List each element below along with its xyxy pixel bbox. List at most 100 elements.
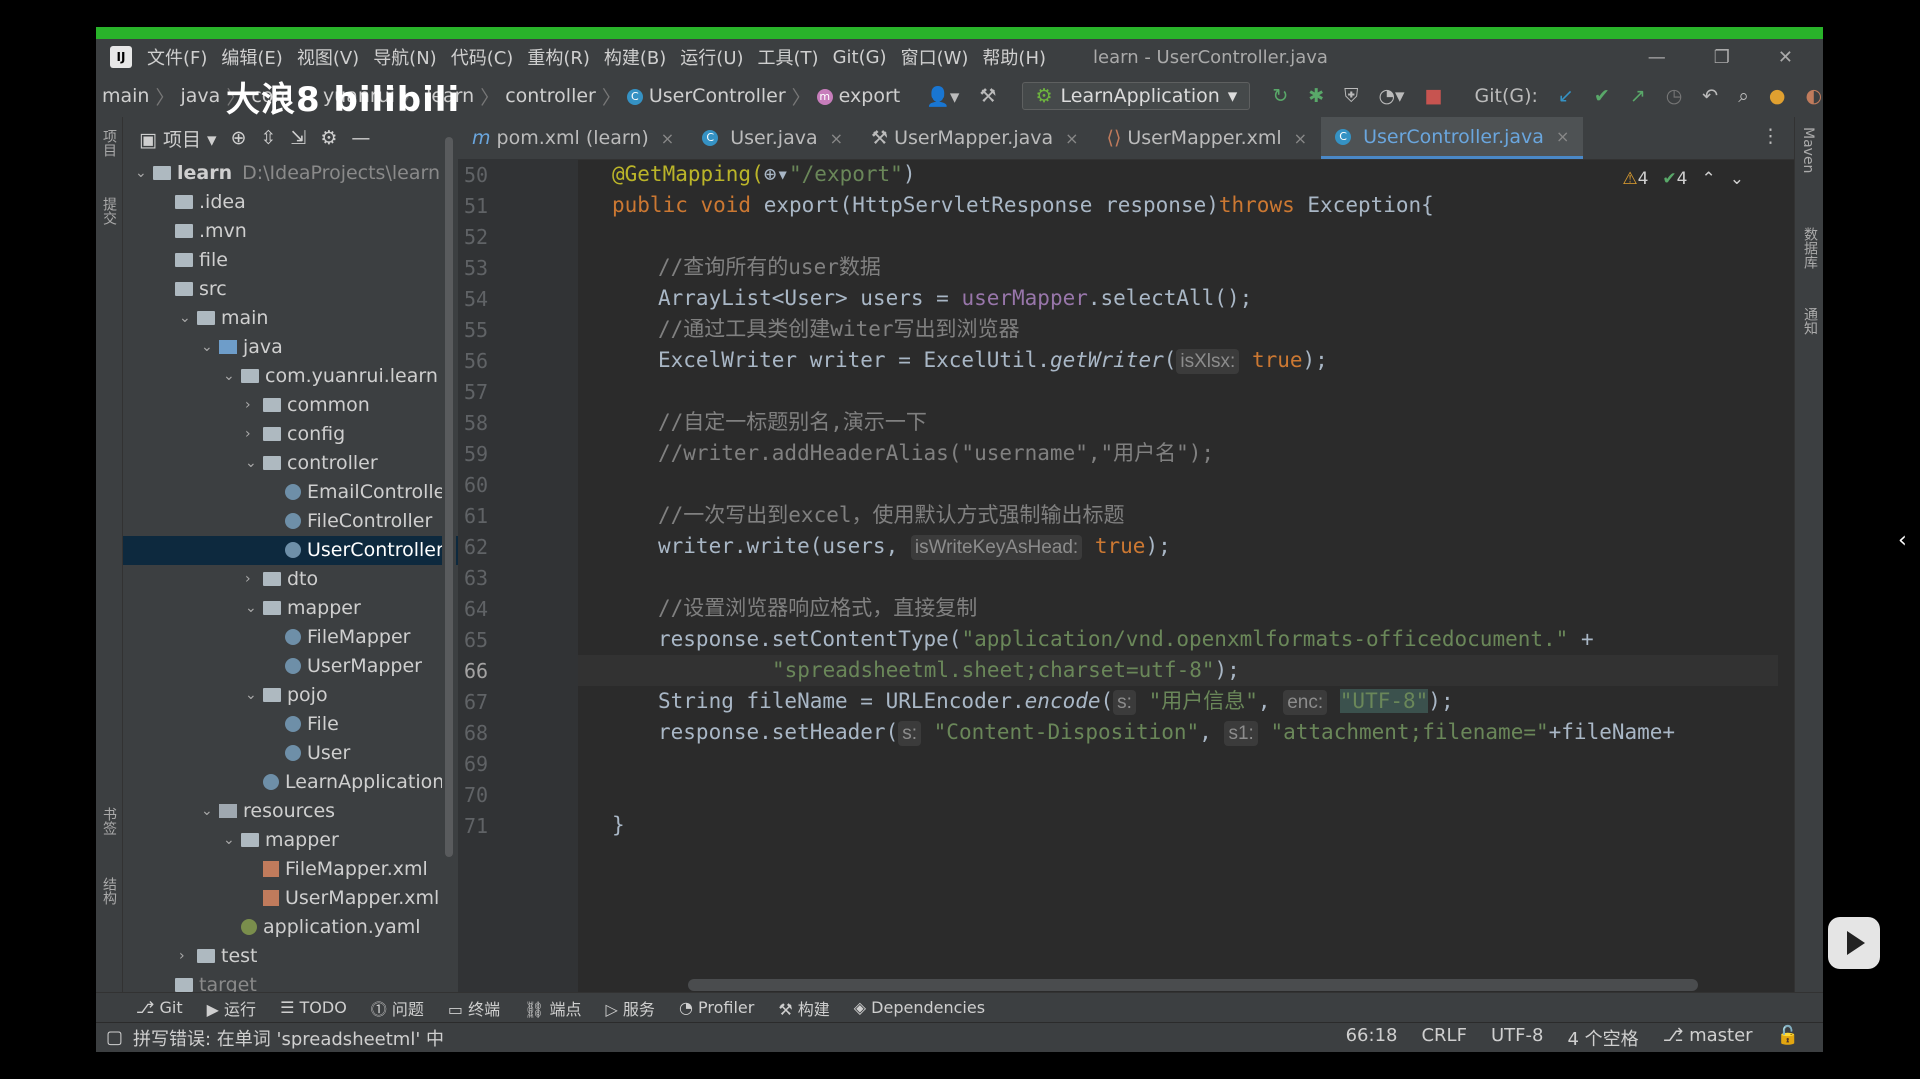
tree-item[interactable]: ⌄ main [123,304,469,333]
breadcrumb-usercontroller[interactable]: C UserController [623,85,790,107]
more-tabs-icon[interactable]: ⋮ [1747,117,1794,159]
editor-tab[interactable]: C UserController.java × [1321,117,1584,159]
dependencies-tool[interactable]: ◈ Dependencies [854,998,985,1017]
file-encoding[interactable]: UTF-8 [1491,1025,1543,1051]
menu-refactor[interactable]: 重构(R) [520,44,597,70]
chevron-right-icon[interactable]: › [245,420,259,449]
tree-item[interactable]: ⌄ com.yuanrui.learn [123,362,469,391]
indent-setting[interactable]: 4 个空格 [1567,1025,1638,1051]
menu-navigate[interactable]: 导航(N) [366,44,444,70]
menu-window[interactable]: 窗口(W) [894,44,976,70]
menu-edit[interactable]: 编辑(E) [214,44,289,70]
tree-item[interactable]: ⌄ resources [123,797,469,826]
editor-tab[interactable]: m pom.xml (learn) × [458,117,688,159]
debug-icon[interactable]: ✱ [1308,85,1324,107]
update-icon[interactable]: ● [1769,85,1786,107]
chevron-right-icon[interactable]: › [245,391,259,420]
chevron-down-icon[interactable]: ⌄ [245,594,259,623]
menu-run[interactable]: 运行(U) [673,44,750,70]
expand-all-icon[interactable]: ⇳ [261,127,277,149]
warning-count[interactable]: ⚠4 [1622,169,1648,189]
chevron-down-icon[interactable]: ⌄ [223,826,237,855]
status-toggle-icon[interactable]: ▢ [106,1027,123,1048]
git-update-icon[interactable]: ↙ [1558,85,1574,107]
code-view[interactable]: @GetMapping(⊕▾"/export") public void exp… [578,159,1778,992]
profiler-tool[interactable]: ◔ Profiler [679,998,754,1017]
chevron-right-icon[interactable]: › [179,942,193,971]
chevron-right-icon[interactable]: › [245,565,259,594]
tree-item[interactable]: ⌄ pojo [123,681,469,710]
profile-icon[interactable]: ◔▾ [1378,85,1404,107]
breadcrumb-main[interactable]: main [96,85,153,107]
run-config-select[interactable]: ⚙ LearnApplication ▾ [1022,82,1251,110]
menu-file[interactable]: 文件(F) [140,44,214,70]
tool-notifications[interactable]: 通知 [1800,307,1820,335]
breadcrumb-controller[interactable]: controller [501,85,600,107]
breadcrumb-export[interactable]: m export [813,85,905,107]
chevron-down-icon[interactable]: ⌄ [1730,169,1744,189]
close-tab-icon[interactable]: × [1556,127,1569,146]
user-icon[interactable]: 👤▾ [926,85,959,108]
tree-item[interactable]: src [123,275,469,304]
collapse-all-icon[interactable]: ⇲ [290,127,306,149]
menu-build[interactable]: 构建(B) [597,44,673,70]
tree-item[interactable]: file [123,246,469,275]
git-branch[interactable]: ⎇ master [1663,1025,1753,1051]
tree-item[interactable]: UserMapper.xml [123,884,469,913]
tool-bookmarks[interactable]: 书签 [99,807,119,835]
git-push-icon[interactable]: ↗ [1630,85,1646,107]
close-tab-icon[interactable]: × [1065,129,1078,148]
chevron-down-icon[interactable]: ⌄ [201,333,215,362]
caret-position[interactable]: 66:18 [1346,1025,1398,1051]
git-tool[interactable]: ⎇ Git [136,998,183,1017]
build-tool[interactable]: ⚒ 构建 [778,996,829,1020]
gear-icon[interactable]: ⚙ [320,127,337,149]
menu-view[interactable]: 视图(V) [290,44,366,70]
tool-commit[interactable]: 提交 [99,197,119,225]
close-tab-icon[interactable]: × [830,129,843,148]
stop-icon[interactable]: ■ [1425,85,1443,107]
play-icon[interactable] [1828,917,1880,969]
tree-item[interactable]: ⌄ mapper [123,826,469,855]
chevron-down-icon[interactable]: ⌄ [201,797,215,826]
locate-icon[interactable]: ⊕ [231,127,247,149]
chevron-up-icon[interactable]: ⌃ [1702,169,1716,189]
chevron-down-icon[interactable]: ⌄ [179,304,193,333]
breadcrumb-java[interactable]: java [177,85,225,107]
menu-tools[interactable]: 工具(T) [751,44,826,70]
tree-item[interactable]: File [123,710,469,739]
tree-item[interactable]: .mvn [123,217,469,246]
problems-tool[interactable]: ⓵ 问题 [371,996,424,1020]
editor-tab[interactable]: ⚒ UserMapper.java × [857,117,1093,159]
chevron-down-icon[interactable]: ⌄ [245,449,259,478]
rerun-icon[interactable]: ↻ [1272,85,1288,107]
chevron-down-icon[interactable]: ⌄ [223,362,237,391]
restore-icon[interactable]: ❐ [1714,47,1730,68]
menu-code[interactable]: 代码(C) [444,44,521,70]
services-tool[interactable]: ▷ 服务 [606,996,655,1020]
tree-item[interactable]: › dto [123,565,469,594]
coverage-icon[interactable]: ⛨ [1344,85,1358,107]
tree-item[interactable]: FileController [123,507,469,536]
minimize-icon[interactable]: — [1648,47,1666,68]
tree-item[interactable]: UserMapper [123,652,469,681]
tree-item[interactable]: › config [123,420,469,449]
line-separator[interactable]: CRLF [1421,1025,1466,1051]
tree-item[interactable]: FileMapper.xml [123,855,469,884]
tree-item[interactable]: ⌄ controller [123,449,469,478]
hide-icon[interactable]: — [351,127,370,149]
git-commit-icon[interactable]: ✔ [1594,85,1610,107]
tree-item[interactable]: UserController [123,536,469,565]
tool-structure[interactable]: 结构 [99,877,119,905]
close-tab-icon[interactable]: × [1294,129,1307,148]
close-tab-icon[interactable]: × [661,129,674,148]
tree-item[interactable]: ⌄ mapper [123,594,469,623]
tree-item[interactable]: FileMapper [123,623,469,652]
endpoints-tool[interactable]: ⛓ 端点 [524,996,581,1020]
hammer-icon[interactable]: ⚒ [979,85,996,107]
menu-help[interactable]: 帮助(H) [975,44,1053,70]
project-scrollbar[interactable] [442,117,456,992]
tree-item[interactable]: › common [123,391,469,420]
project-view-select[interactable]: ▣ 项目 ▾ [139,125,217,152]
tool-maven[interactable]: Maven [1800,127,1816,173]
